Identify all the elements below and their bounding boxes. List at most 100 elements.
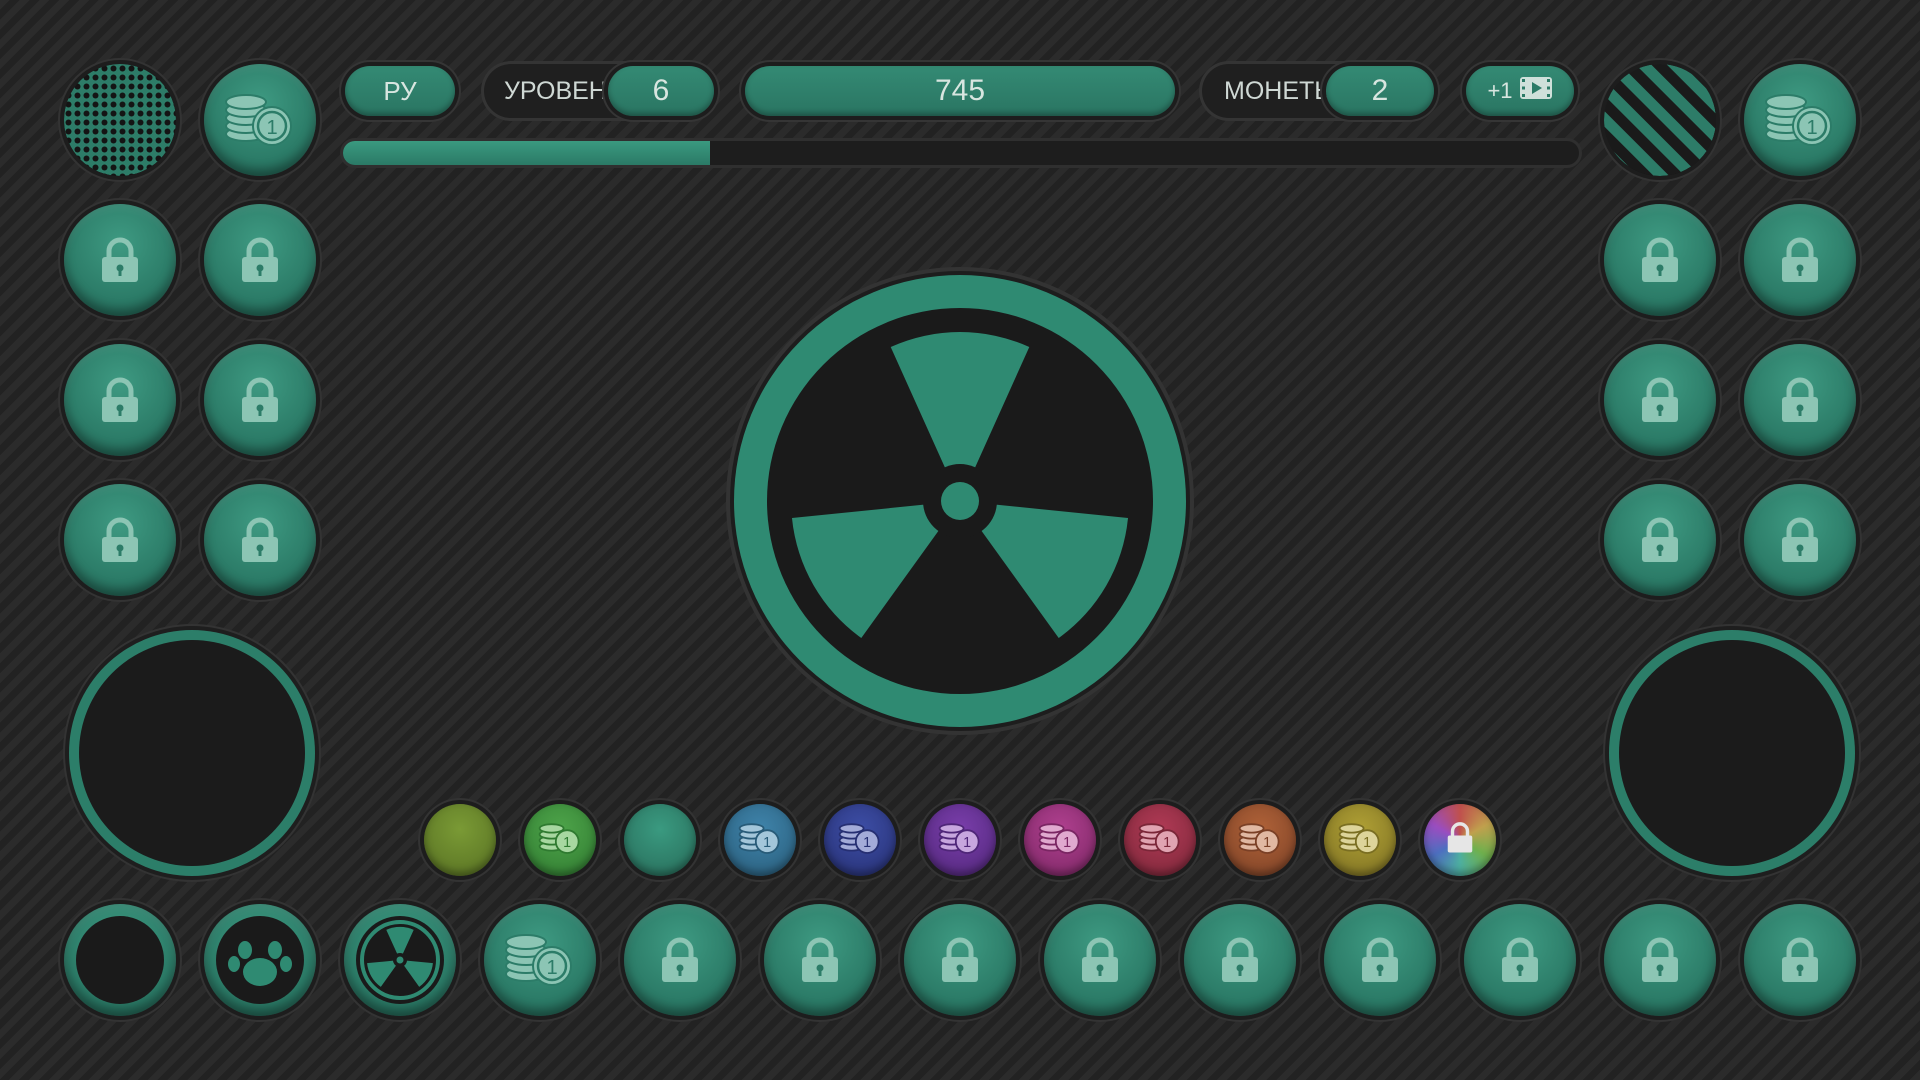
locked-slot[interactable] <box>64 344 176 456</box>
shape-radiation-button[interactable] <box>344 904 456 1016</box>
locked-slot[interactable] <box>1744 904 1856 1016</box>
color-swatch-yellow-locked[interactable]: 1 <box>1324 804 1396 876</box>
locked-slot[interactable] <box>624 904 736 1016</box>
coins-button[interactable]: 1 <box>204 64 316 176</box>
color-swatch-olive[interactable] <box>424 804 496 876</box>
texture-stripes-button[interactable] <box>1604 64 1716 176</box>
coins-button-right[interactable]: 1 <box>1744 64 1856 176</box>
locked-slot[interactable] <box>64 484 176 596</box>
lock-icon <box>1778 376 1822 424</box>
locked-slot[interactable] <box>1604 484 1716 596</box>
color-swatch-teal-selected[interactable] <box>624 804 696 876</box>
coins-icon: 1 <box>1337 820 1383 861</box>
radiation-icon <box>352 912 448 1008</box>
lock-icon <box>1778 236 1822 284</box>
ad-bonus-label: +1 <box>1487 78 1513 103</box>
coins-value: 2 <box>1371 74 1389 107</box>
watch-ad-bonus-button[interactable]: +1 <box>1466 66 1574 116</box>
locked-slot[interactable] <box>764 904 876 1016</box>
coins-button-bottom[interactable]: 1 <box>484 904 596 1016</box>
coins-icon: 1 <box>502 930 578 990</box>
coins-icon: 1 <box>837 820 883 861</box>
color-swatch-orange-locked[interactable]: 1 <box>1224 804 1296 876</box>
lock-icon <box>238 236 282 284</box>
video-icon <box>1519 76 1553 106</box>
coins-icon: 1 <box>937 820 983 861</box>
svg-text:1: 1 <box>563 835 571 851</box>
svg-text:1: 1 <box>863 835 871 851</box>
right-preview-ring <box>1619 640 1845 866</box>
locked-slot[interactable] <box>1464 904 1576 1016</box>
locked-slot[interactable] <box>204 484 316 596</box>
score-value: 745 <box>934 74 986 107</box>
locked-slot[interactable] <box>1044 904 1156 1016</box>
locked-slot[interactable] <box>1604 204 1716 316</box>
paw-icon <box>212 912 308 1008</box>
lock-icon <box>1218 936 1262 984</box>
shape-ring-button[interactable] <box>64 904 176 1016</box>
lock-icon <box>938 936 982 984</box>
lock-icon <box>798 936 842 984</box>
locked-slot[interactable] <box>1744 484 1856 596</box>
level-progress-fill <box>343 141 711 165</box>
locked-slot[interactable] <box>904 904 1016 1016</box>
color-swatch-purple-locked[interactable]: 1 <box>924 804 996 876</box>
color-swatch-blue-locked[interactable]: 1 <box>724 804 796 876</box>
lock-icon <box>1078 936 1122 984</box>
locked-slot[interactable] <box>1744 204 1856 316</box>
score-display: 745 <box>745 66 1175 116</box>
locked-slot[interactable] <box>1324 904 1436 1016</box>
svg-text:1: 1 <box>1263 835 1271 851</box>
coins-icon: 1 <box>737 820 783 861</box>
color-swatch-crimson-locked[interactable]: 1 <box>1124 804 1196 876</box>
svg-text:1: 1 <box>763 835 771 851</box>
level-value: 6 <box>652 74 670 107</box>
coins-icon: 1 <box>222 90 298 150</box>
lock-icon <box>1445 821 1475 859</box>
coins-panel: МОНЕТЫ 2 <box>1202 64 1436 118</box>
coins-label: МОНЕТЫ <box>1224 77 1337 105</box>
coins-icon: 1 <box>1037 820 1083 861</box>
language-label: РУ <box>383 75 417 106</box>
lock-icon <box>1498 936 1542 984</box>
radiation-emblem[interactable] <box>725 266 1195 736</box>
lock-icon <box>658 936 702 984</box>
color-swatch-indigo-locked[interactable]: 1 <box>824 804 896 876</box>
locked-slot[interactable] <box>204 204 316 316</box>
lock-icon <box>1778 516 1822 564</box>
color-swatch-magenta-locked[interactable]: 1 <box>1024 804 1096 876</box>
coins-icon: 1 <box>537 820 583 861</box>
lock-icon <box>98 236 142 284</box>
left-preview-ring <box>79 640 305 866</box>
lock-icon <box>238 516 282 564</box>
lock-icon <box>1358 936 1402 984</box>
locked-slot[interactable] <box>204 344 316 456</box>
level-value-box: 6 <box>608 66 714 116</box>
svg-text:1: 1 <box>1163 835 1171 851</box>
color-swatch-green-locked[interactable]: 1 <box>524 804 596 876</box>
lock-icon <box>98 516 142 564</box>
svg-text:1: 1 <box>1363 835 1371 851</box>
locked-slot[interactable] <box>1604 904 1716 1016</box>
lock-icon <box>1638 376 1682 424</box>
svg-text:1: 1 <box>1806 117 1817 139</box>
ring-icon <box>72 912 168 1008</box>
level-panel: УРОВЕНЬ 6 <box>484 64 716 118</box>
locked-slot[interactable] <box>64 204 176 316</box>
lock-icon <box>1638 516 1682 564</box>
lock-icon <box>1778 936 1822 984</box>
texture-dots-button[interactable] <box>64 64 176 176</box>
svg-text:1: 1 <box>546 957 557 979</box>
lock-icon <box>238 376 282 424</box>
coins-icon: 1 <box>1237 820 1283 861</box>
svg-text:1: 1 <box>1063 835 1071 851</box>
locked-slot[interactable] <box>1604 344 1716 456</box>
coins-value-box: 2 <box>1326 66 1434 116</box>
coins-icon: 1 <box>1762 90 1838 150</box>
shape-paw-button[interactable] <box>204 904 316 1016</box>
color-swatch-rainbow-locked[interactable] <box>1424 804 1496 876</box>
locked-slot[interactable] <box>1184 904 1296 1016</box>
locked-slot[interactable] <box>1744 344 1856 456</box>
coins-icon: 1 <box>1137 820 1183 861</box>
language-button[interactable]: РУ <box>345 66 455 116</box>
